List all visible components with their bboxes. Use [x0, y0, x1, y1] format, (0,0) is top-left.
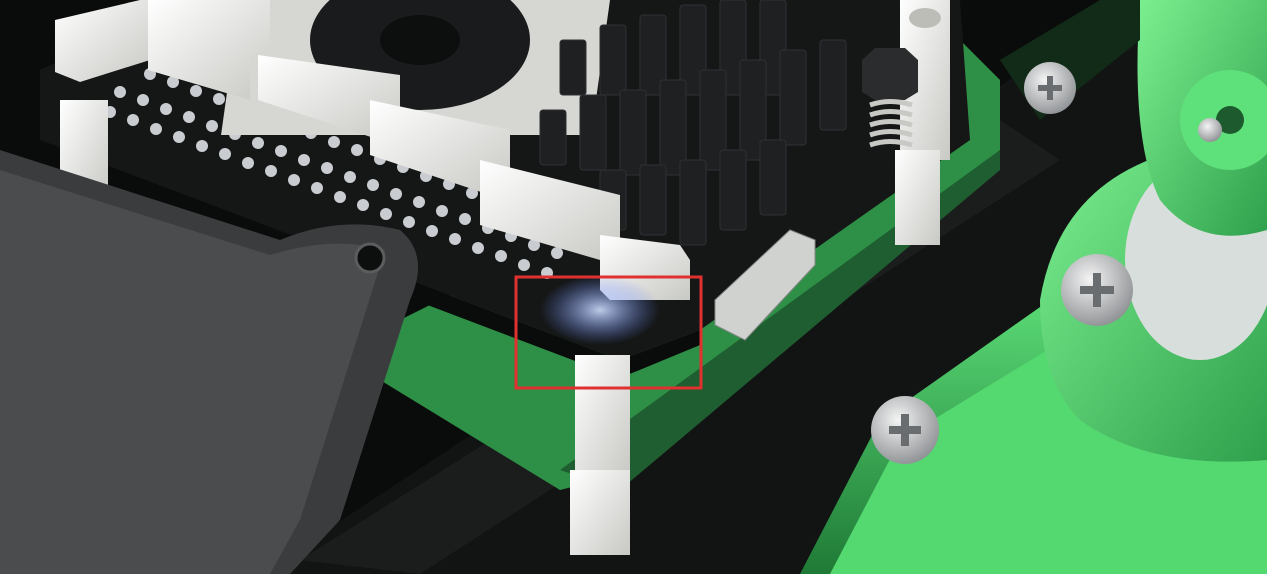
light-glow: [540, 275, 660, 345]
bracket-hole: [354, 242, 386, 274]
standoff-front: [575, 355, 630, 475]
scene-drawing: [0, 0, 1267, 574]
standoff-bottom: [570, 470, 630, 555]
standoff-middle: [895, 150, 940, 245]
photo-scene: [0, 0, 1267, 574]
